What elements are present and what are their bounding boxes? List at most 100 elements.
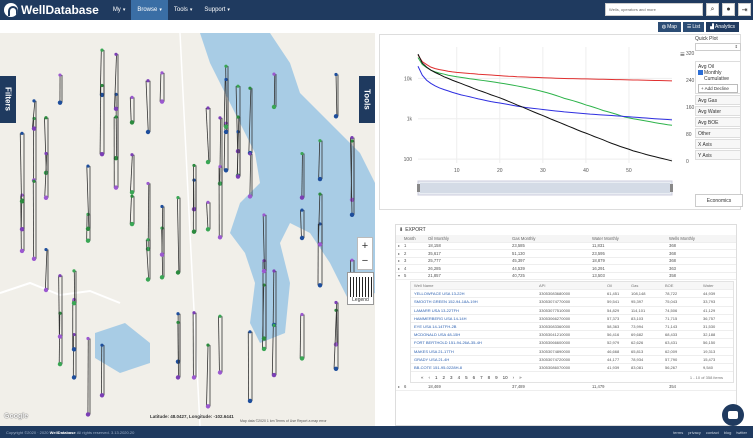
- pager-item[interactable]: ›: [513, 375, 515, 380]
- list-item[interactable]: FORT BERTHOLD 151-94-26A-35-4H 3305306660…: [411, 339, 733, 348]
- well-marker[interactable]: [130, 95, 134, 99]
- well-marker[interactable]: [272, 72, 276, 76]
- footer-link-twitter[interactable]: twitter: [736, 430, 747, 435]
- well-marker[interactable]: [334, 72, 338, 77]
- pager-item[interactable]: 7: [480, 375, 483, 380]
- expand-arrow-icon[interactable]: ▸: [396, 243, 404, 248]
- well-marker[interactable]: [317, 242, 323, 247]
- well-marker[interactable]: [71, 300, 77, 306]
- well-marker[interactable]: [300, 312, 304, 317]
- list-item[interactable]: MAKES USA 21-17TH 33053074890000 46,668 65,…: [411, 348, 733, 356]
- well-marker[interactable]: [146, 181, 150, 186]
- qp-avg-boe[interactable]: Avg BOE: [695, 117, 741, 127]
- table-row[interactable]: ▸ 6 18,469 37,489 11,479 354: [396, 383, 736, 391]
- filters-tab[interactable]: Filters: [0, 76, 16, 123]
- well-marker[interactable]: [271, 104, 277, 110]
- well-marker[interactable]: [176, 196, 180, 200]
- header-water[interactable]: Water Monthly: [592, 236, 669, 241]
- pager-item[interactable]: 10: [503, 375, 508, 380]
- sub-header-gas[interactable]: Gas: [631, 283, 665, 288]
- well-marker[interactable]: [58, 73, 62, 77]
- footer-link-terms[interactable]: terms: [673, 430, 683, 435]
- sub-cell-name[interactable]: FORT BERTHOLD 151-94-26A-35-4H: [411, 340, 539, 345]
- sub-header-oil[interactable]: Oil: [607, 283, 631, 288]
- well-marker[interactable]: [224, 121, 228, 125]
- table-row[interactable]: ▸ 2 35,617 51,130 23,595 368: [396, 250, 736, 258]
- qp-avg-oil[interactable]: Avg Oil Monthly Cumulative + Add Decline: [695, 61, 741, 94]
- table-row[interactable]: ▾ 5 21,857 40,725 13,503 358: [396, 273, 736, 280]
- list-item[interactable]: GRADY USA 21-4H 33053074720000 44,177 78,93…: [411, 356, 733, 364]
- well-marker[interactable]: [44, 116, 48, 120]
- list-item[interactable]: HAMMERBERG USA 14-14H 33053066270000 57,37…: [411, 315, 733, 323]
- well-marker[interactable]: [236, 84, 240, 88]
- well-marker[interactable]: [248, 330, 252, 334]
- well-marker[interactable]: [217, 235, 223, 240]
- sub-header-name[interactable]: Well Name: [411, 283, 539, 288]
- qp-y-axis[interactable]: Y Axis: [695, 150, 741, 160]
- well-marker[interactable]: [206, 343, 210, 347]
- well-marker[interactable]: [100, 83, 104, 88]
- list-item[interactable]: BB-COTE 151-95-0228H-8 33053086070000 41,9…: [411, 364, 733, 373]
- header-oil[interactable]: Oil Monthly: [428, 236, 512, 241]
- well-marker[interactable]: [236, 115, 240, 119]
- chat-button[interactable]: [722, 404, 744, 426]
- sub-cell-name[interactable]: YELLOWFACE USA 13-22H: [411, 291, 539, 296]
- sub-cell-name[interactable]: SMOOTH GREEN 152-94-18A-19H: [411, 299, 539, 304]
- well-marker[interactable]: [192, 311, 196, 315]
- well-marker[interactable]: [191, 207, 197, 212]
- well-marker[interactable]: [333, 366, 339, 372]
- pager-item[interactable]: 6: [473, 375, 476, 380]
- search-icon[interactable]: ⌕: [706, 3, 719, 16]
- expand-arrow-icon[interactable]: ▸: [396, 251, 404, 256]
- expand-arrow-icon[interactable]: ▸: [396, 384, 404, 389]
- well-marker[interactable]: [235, 174, 241, 179]
- zoom-out-button[interactable]: −: [362, 254, 368, 270]
- pager-item[interactable]: ‹: [429, 375, 431, 380]
- well-marker[interactable]: [300, 208, 304, 212]
- well-marker[interactable]: [224, 77, 228, 82]
- well-marker[interactable]: [333, 114, 339, 119]
- tab-map[interactable]: ◍ Map: [657, 22, 681, 32]
- well-marker[interactable]: [114, 52, 118, 56]
- expand-arrow-icon[interactable]: ▸: [396, 266, 404, 271]
- well-marker[interactable]: [85, 412, 91, 417]
- list-item[interactable]: YELLOWFACE USA 13-22H 33053083680000 61,45…: [411, 290, 733, 299]
- well-marker[interactable]: [146, 238, 150, 242]
- sub-cell-name[interactable]: BB-COTE 151-95-0228H-8: [411, 365, 539, 370]
- well-marker[interactable]: [71, 347, 77, 352]
- well-marker[interactable]: [100, 48, 104, 52]
- well-marker[interactable]: [262, 213, 266, 217]
- well-marker[interactable]: [71, 375, 77, 380]
- sub-header-water[interactable]: Water: [703, 283, 733, 288]
- well-marker[interactable]: [261, 346, 267, 352]
- well-marker[interactable]: [146, 79, 150, 83]
- export-button[interactable]: ⬇ EXPORT: [396, 225, 736, 235]
- sub-cell-name[interactable]: MAKES USA 21-17TH: [411, 349, 539, 354]
- well-marker[interactable]: [317, 283, 323, 288]
- well-marker[interactable]: [333, 342, 339, 347]
- well-marker[interactable]: [99, 393, 105, 398]
- pager-item[interactable]: 2: [443, 375, 446, 380]
- pager-item[interactable]: »: [519, 375, 522, 380]
- well-marker[interactable]: [218, 116, 222, 120]
- well-marker[interactable]: [159, 99, 165, 104]
- well-marker[interactable]: [299, 195, 305, 200]
- quick-plot-select[interactable]: ⇕: [695, 43, 741, 51]
- tab-analytics[interactable]: ▟ Analytics: [706, 22, 739, 32]
- well-marker[interactable]: [318, 192, 322, 196]
- well-marker[interactable]: [271, 372, 277, 378]
- expand-arrow-icon[interactable]: ▾: [396, 273, 404, 278]
- well-marker[interactable]: [261, 268, 267, 274]
- well-marker[interactable]: [159, 275, 165, 280]
- logo[interactable]: WellDatabase: [4, 3, 99, 17]
- qp-other[interactable]: Other: [695, 128, 741, 138]
- well-marker[interactable]: [206, 200, 210, 204]
- well-marker[interactable]: [272, 323, 276, 327]
- well-marker[interactable]: [129, 120, 135, 125]
- well-marker[interactable]: [145, 129, 151, 135]
- add-decline-button[interactable]: + Add Decline: [698, 84, 738, 93]
- header-wells[interactable]: Wells Monthly: [669, 236, 729, 241]
- well-marker[interactable]: [57, 361, 63, 367]
- well-marker[interactable]: [20, 131, 24, 135]
- well-marker[interactable]: [86, 336, 90, 341]
